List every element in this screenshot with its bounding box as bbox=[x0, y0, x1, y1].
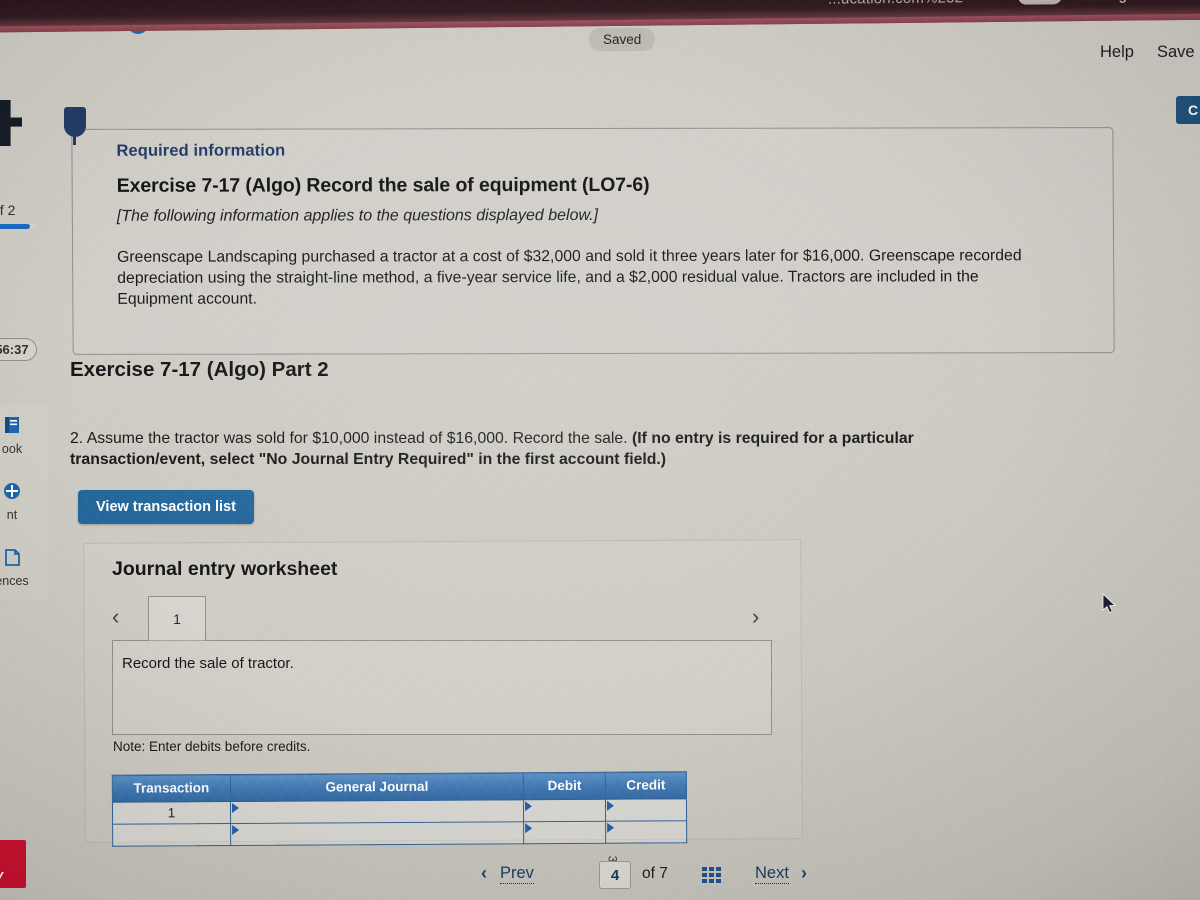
worksheet-description-text: Record the sale of tractor. bbox=[122, 655, 294, 672]
worksheet-prev-chevron-icon[interactable]: ‹ bbox=[112, 604, 119, 630]
sidebar-divider-1 bbox=[0, 468, 46, 469]
left-sidebar: of 2 :56:37 ook bbox=[0, 0, 56, 900]
sidebar-item-ebook-label: ook bbox=[1, 442, 23, 456]
sidebar-progress-fill bbox=[0, 224, 30, 229]
table-header-row: Transaction General Journal Debit Credit bbox=[112, 771, 687, 803]
worksheet-note: Note: Enter debits before credits. bbox=[113, 739, 311, 754]
question-plain-text: 2. Assume the tractor was sold for $10,0… bbox=[70, 430, 633, 447]
page-number-input[interactable]: 4 bbox=[599, 861, 631, 889]
prev-button[interactable]: Prev bbox=[500, 864, 534, 884]
prev-chevron-icon[interactable]: ‹ bbox=[481, 863, 487, 884]
status-badge: Saved bbox=[589, 28, 656, 51]
worksheet-next-chevron-icon[interactable]: › bbox=[752, 604, 759, 630]
sidebar-item-print-label: nt bbox=[6, 508, 18, 522]
cell-debit-1[interactable] bbox=[523, 799, 606, 822]
exercise-title: Exercise 7-17 (Algo) Record the sale of … bbox=[116, 173, 650, 197]
sidebar-red-tab-label: v bbox=[0, 867, 3, 882]
journal-entry-table: Transaction General Journal Debit Credit… bbox=[112, 771, 687, 847]
sidebar-item-references[interactable]: ences bbox=[0, 546, 42, 588]
sidebar-item-ebook[interactable]: ook bbox=[0, 414, 42, 456]
cell-credit-2[interactable] bbox=[605, 820, 687, 844]
next-button[interactable]: Next bbox=[755, 864, 789, 884]
sidebar-progress-bar bbox=[0, 224, 36, 229]
view-transaction-list-button[interactable]: View transaction list bbox=[78, 490, 254, 524]
cell-credit-1[interactable] bbox=[605, 798, 687, 822]
sidebar-item-print[interactable]: nt bbox=[0, 480, 42, 522]
screenshot-photo: ...ucation.com%252 change bamb of 2 :56:… bbox=[0, 0, 1200, 900]
help-button[interactable]: Help bbox=[1100, 43, 1134, 62]
column-header-general-journal: General Journal bbox=[230, 772, 524, 802]
grid-icon[interactable] bbox=[702, 867, 721, 884]
cell-general-journal-2[interactable] bbox=[230, 821, 524, 846]
worksheet-tab-1[interactable]: 1 bbox=[148, 596, 206, 641]
cell-debit-2[interactable] bbox=[523, 821, 606, 844]
column-header-debit: Debit bbox=[523, 772, 606, 800]
sidebar-red-tab[interactable]: v bbox=[0, 840, 26, 888]
sidebar-page-count: of 2 bbox=[0, 202, 16, 218]
print-icon bbox=[0, 480, 42, 507]
required-info-heading: Required information bbox=[116, 141, 286, 160]
column-header-transaction: Transaction bbox=[112, 774, 231, 803]
part2-heading: Exercise 7-17 (Algo) Part 2 bbox=[70, 358, 329, 381]
address-bar-url[interactable]: ...ucation.com%252 bbox=[828, 0, 964, 8]
countdown-timer: :56:37 bbox=[0, 338, 37, 361]
required-info-bookmark-icon bbox=[64, 107, 86, 145]
cell-transaction-2[interactable] bbox=[112, 823, 231, 847]
references-icon bbox=[0, 546, 42, 573]
page-total-label: of 7 bbox=[642, 865, 668, 882]
browser-tab-label[interactable]: change bamb bbox=[1086, 0, 1177, 4]
chrome-pill-button[interactable] bbox=[1017, 0, 1062, 5]
save-button[interactable]: Save bbox=[1157, 43, 1195, 62]
book-icon bbox=[0, 414, 42, 441]
sidebar-item-references-label: ences bbox=[0, 574, 29, 588]
exercise-body-text: Greenscape Landscaping purchased a tract… bbox=[117, 247, 1022, 308]
next-chevron-icon[interactable]: › bbox=[801, 863, 807, 884]
cell-transaction-1[interactable]: 1 bbox=[112, 801, 231, 825]
applies-note: [The following information applies to th… bbox=[116, 206, 599, 225]
table-row bbox=[112, 820, 687, 847]
required-information-card: Required information Exercise 7-17 (Algo… bbox=[71, 127, 1115, 355]
column-header-credit: Credit bbox=[605, 771, 687, 800]
worksheet-title: Journal entry worksheet bbox=[112, 558, 338, 580]
sidebar-cutoff-icon bbox=[0, 100, 22, 146]
check-my-work-button[interactable]: C bbox=[1176, 96, 1200, 124]
sidebar-divider-2 bbox=[0, 534, 46, 535]
cell-general-journal-1[interactable] bbox=[230, 799, 524, 824]
question-text: 2. Assume the tractor was sold for $10,0… bbox=[70, 428, 1000, 470]
